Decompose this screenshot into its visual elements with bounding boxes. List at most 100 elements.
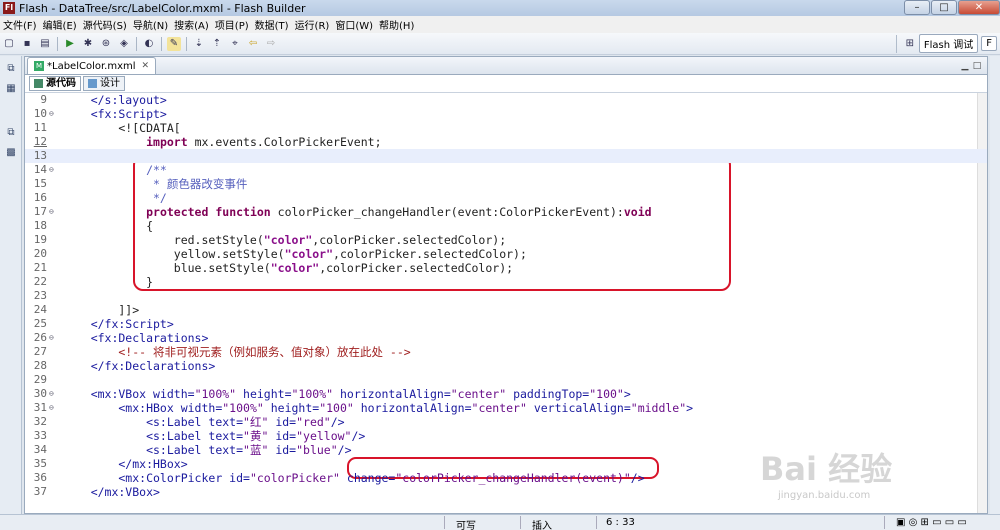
line-number: 16 <box>33 191 47 204</box>
code-line[interactable]: 28 </fx:Declarations> <box>25 359 987 373</box>
code-line[interactable]: 23 <box>25 289 987 303</box>
fold-toggle-icon[interactable]: ⊖ <box>49 401 59 415</box>
fold-toggle-icon[interactable]: ⊖ <box>49 387 59 401</box>
code-token: <mx:VBox <box>63 387 154 401</box>
toolbar-separator <box>57 36 58 51</box>
menu-item[interactable]: 文件(F) <box>0 17 40 32</box>
code-token: blue.setStyle( <box>63 261 271 275</box>
code-text: yellow.setStyle("color",colorPicker.sele… <box>63 247 527 261</box>
maximize-button[interactable]: □ <box>931 0 957 15</box>
code-text: import mx.events.ColorPickerEvent; <box>63 135 381 149</box>
restore-view-icon[interactable]: ⧉ <box>4 62 18 76</box>
status-tray-icons[interactable]: ▣ ◎ ⊞ ▭ ▭ ▭ <box>896 517 967 528</box>
menu-item[interactable]: 运行(R) <box>292 17 333 32</box>
close-button[interactable]: ✕ <box>958 0 1000 15</box>
next-annotation-icon[interactable]: ⇣ <box>192 37 206 51</box>
code-line[interactable]: 15 * 颜色器改变事件 <box>25 177 987 191</box>
code-line[interactable]: 17 ⊖ protected function colorPicker_chang… <box>25 205 987 219</box>
code-line[interactable]: 22 } <box>25 275 987 289</box>
run-icon[interactable]: ▶ <box>63 37 77 51</box>
code-token: <mx:ColorPicker <box>63 471 230 485</box>
prev-annotation-icon[interactable]: ⇡ <box>210 37 224 51</box>
menu-item[interactable]: 窗口(W) <box>332 17 376 32</box>
export-icon[interactable]: ◈ <box>117 37 131 51</box>
profile-icon[interactable]: ⊛ <box>99 37 113 51</box>
minimize-view-icon[interactable]: ▁ <box>959 60 971 72</box>
tab-close-icon[interactable]: ✕ <box>142 61 150 71</box>
code-line[interactable]: 33 <s:Label text="黄" id="yellow"/> <box>25 429 987 443</box>
package-explorer-icon[interactable]: ▦ <box>4 82 18 96</box>
minimize-button[interactable]: – <box>904 0 930 15</box>
code-text: </mx:VBox> <box>63 485 160 499</box>
code-token: "100%" <box>222 401 264 415</box>
code-text: <mx:ColorPicker id="colorPicker" change=… <box>63 471 644 485</box>
restore-view-icon-2[interactable]: ⧉ <box>4 126 18 140</box>
perspective-flash-debug[interactable]: Flash 调试 <box>918 34 979 53</box>
code-line[interactable]: 29 <box>25 373 987 387</box>
menu-item[interactable]: 导航(N) <box>130 17 171 32</box>
new-file-icon[interactable]: ▢ <box>2 37 16 51</box>
code-line[interactable]: 19 red.setStyle("color",colorPicker.sele… <box>25 233 987 247</box>
code-token: { <box>63 219 154 233</box>
code-line[interactable]: 16 */ <box>25 191 987 205</box>
menu-item[interactable]: 帮助(H) <box>376 17 417 32</box>
window-title: Flash - DataTree/src/LabelColor.mxml - F… <box>19 1 306 15</box>
menu-item[interactable]: 编辑(E) <box>40 17 80 32</box>
code-line[interactable]: 13 <box>25 149 987 163</box>
outline-icon[interactable]: ▩ <box>4 146 18 160</box>
code-text: <s:Label text="黄" id="yellow"/> <box>63 429 365 443</box>
code-line[interactable]: 24 ]]> <box>25 303 987 317</box>
code-text: <!-- 将非可视元素（例如服务、值对象）放在此处 --> <box>63 345 410 359</box>
fold-toggle-icon[interactable]: ⊖ <box>49 107 59 121</box>
code-token: import <box>146 135 188 149</box>
back-icon[interactable]: ⇦ <box>246 37 260 51</box>
mxml-file-icon: M <box>34 61 44 71</box>
right-view-strip <box>990 56 1000 514</box>
line-number: 26 <box>33 331 47 344</box>
editor-tab-labelcolor[interactable]: M *LabelColor.mxml ✕ <box>27 57 157 74</box>
code-line[interactable]: 26 ⊖ <fx:Declarations> <box>25 331 987 345</box>
design-mode-button[interactable]: 设计 <box>83 76 125 91</box>
external-tools-icon[interactable]: ◐ <box>142 37 156 51</box>
code-line[interactable]: 27 <!-- 将非可视元素（例如服务、值对象）放在此处 --> <box>25 345 987 359</box>
menu-item[interactable]: 源代码(S) <box>80 17 130 32</box>
perspective-flash[interactable]: F <box>981 36 997 51</box>
line-number: 21 <box>33 261 47 274</box>
menu-item[interactable]: 数据(T) <box>252 17 292 32</box>
print-icon[interactable]: ▤ <box>38 37 52 51</box>
last-edit-icon[interactable]: ⌖ <box>228 37 242 51</box>
code-token: ,colorPicker.selectedColor); <box>312 233 507 247</box>
code-line[interactable]: 32 <s:Label text="红" id="red"/> <box>25 415 987 429</box>
code-token: yellow.setStyle( <box>63 247 285 261</box>
fold-toggle-icon[interactable]: ⊖ <box>49 163 59 177</box>
code-line[interactable]: 18 { <box>25 219 987 233</box>
code-line[interactable]: 20 yellow.setStyle("color",colorPicker.s… <box>25 247 987 261</box>
code-token: "100" <box>589 387 624 401</box>
code-token: /> <box>330 415 345 429</box>
menu-item[interactable]: 项目(P) <box>212 17 252 32</box>
maximize-view-icon[interactable]: □ <box>971 60 983 72</box>
code-line[interactable]: 12 import mx.events.ColorPickerEvent; <box>25 135 987 149</box>
line-number: 33 <box>33 429 47 442</box>
open-perspective-icon[interactable]: ⊞ <box>903 37 917 51</box>
code-token: "center" <box>471 401 527 415</box>
code-line[interactable]: 14 ⊖ /** <box>25 163 987 177</box>
forward-icon[interactable]: ⇨ <box>264 37 278 51</box>
mark-occurrences-icon[interactable]: ✎ <box>167 36 181 51</box>
code-token: "middle" <box>630 401 687 415</box>
code-text: { <box>63 219 153 233</box>
code-line[interactable]: 25 </fx:Script> <box>25 317 987 331</box>
code-line[interactable]: 10 ⊖ <fx:Script> <box>25 107 987 121</box>
menu-item[interactable]: 搜索(A) <box>171 17 212 32</box>
fold-toggle-icon[interactable]: ⊖ <box>49 205 59 219</box>
code-line[interactable]: 31 ⊖ <mx:HBox width="100%" height="100" h… <box>25 401 987 415</box>
save-icon[interactable]: ▪ <box>20 37 34 51</box>
code-line[interactable]: 9 </s:layout> <box>25 93 987 107</box>
fold-toggle-icon[interactable]: ⊖ <box>49 331 59 345</box>
code-line[interactable]: 30 ⊖ <mx:VBox width="100%" height="100%" … <box>25 387 987 401</box>
source-mode-button[interactable]: 源代码 <box>29 76 81 91</box>
debug-icon[interactable]: ✱ <box>81 37 95 51</box>
code-line[interactable]: 11 <![CDATA[ <box>25 121 987 135</box>
code-line[interactable]: 21 blue.setStyle("color",colorPicker.sel… <box>25 261 987 275</box>
